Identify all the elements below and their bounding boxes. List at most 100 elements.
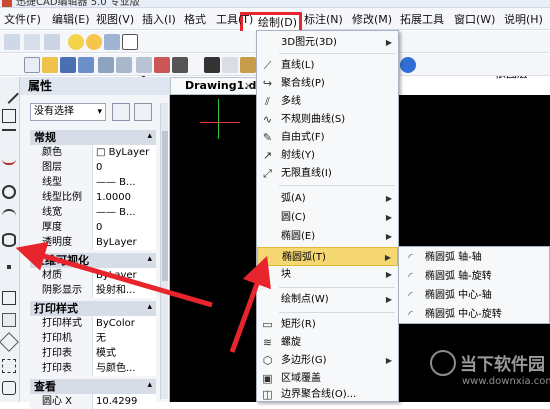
- multiline-tool-icon[interactable]: [2, 129, 16, 143]
- submenu-item-center-axis[interactable]: ◜ 椭圆弧 中心-轴: [399, 286, 549, 305]
- menu-item-line[interactable]: ⟋ 直线(L): [257, 56, 398, 75]
- print-icon[interactable]: [98, 57, 114, 73]
- boundary-tool-icon[interactable]: [2, 381, 16, 395]
- select-objects-icon[interactable]: [134, 103, 152, 121]
- save-icon[interactable]: [60, 57, 76, 73]
- lightbulb-icon[interactable]: [68, 34, 84, 50]
- menu-item-ray[interactable]: ↗ 射线(Y): [257, 146, 398, 165]
- menu-item-freehand[interactable]: ✎ 自由式(F): [257, 128, 398, 147]
- layer-state-icon[interactable]: [24, 34, 40, 50]
- point-tool-icon[interactable]: [7, 265, 11, 269]
- prop-row-plot-table-2[interactable]: 打印表 与颜色...: [30, 361, 156, 376]
- menu-modify[interactable]: 修改(M): [352, 11, 392, 28]
- ellipse-arc-icon: ◜: [408, 289, 413, 302]
- ellipse-arc-icon: ◜: [408, 270, 413, 283]
- menu-item-circle[interactable]: 圆(C): [257, 208, 398, 227]
- watermark-text: 当下软件园: [460, 355, 545, 375]
- color-swatch-icon[interactable]: [122, 34, 138, 50]
- menu-dimension[interactable]: 标注(N): [304, 11, 343, 28]
- region-tool-icon[interactable]: [2, 359, 16, 373]
- menu-item-ellipse[interactable]: 椭圆(E): [257, 227, 398, 246]
- prop-row-linetype[interactable]: 线型 —— B...: [30, 175, 156, 190]
- menu-item-point[interactable]: 绘制点(W): [257, 290, 398, 309]
- help-icon[interactable]: [400, 57, 416, 73]
- prop-row-color[interactable]: 颜色 □ ByLayer: [30, 145, 156, 160]
- circle-tool-icon[interactable]: [2, 185, 16, 199]
- selection-filter-dropdown[interactable]: 没有选择: [30, 103, 106, 121]
- prop-row-linetype-scale[interactable]: 线型比例 1.0000: [30, 190, 156, 205]
- menu-item-polygon[interactable]: ⬡ 多边形(G): [257, 351, 398, 370]
- spline-tool-icon[interactable]: [2, 151, 16, 165]
- draw-menu: 3D图元(3D) ⟋直线(L) ↪聚合线(P) ⫽多线 ∿不规则曲线(S) ✎自…: [256, 30, 399, 402]
- prop-row-material[interactable]: 材质 ByLayer: [30, 268, 156, 283]
- polyline-tool-icon[interactable]: [2, 109, 16, 123]
- menu-separator: [279, 185, 395, 186]
- sun-icon[interactable]: [86, 34, 102, 50]
- menu-item-ellipse-arc[interactable]: 椭圆弧(T): [257, 247, 398, 267]
- layer-manager-icon[interactable]: [4, 34, 20, 50]
- quick-select-icon[interactable]: [112, 103, 130, 121]
- polygon-tool-icon[interactable]: [0, 332, 19, 352]
- copy-icon[interactable]: [222, 57, 238, 73]
- menu-edit[interactable]: 编辑(E): [52, 11, 90, 28]
- menu-help[interactable]: 说明(H): [504, 11, 543, 28]
- menu-tools[interactable]: 工具(T): [216, 11, 253, 28]
- new-file-icon[interactable]: [24, 57, 40, 73]
- menu-extend-tools[interactable]: 拓展工具: [400, 11, 444, 28]
- save-as-icon[interactable]: [78, 57, 94, 73]
- lock-icon[interactable]: [104, 34, 120, 50]
- menu-format[interactable]: 格式: [184, 11, 206, 28]
- menu-separator: [279, 312, 395, 313]
- ellipse-tool-icon[interactable]: [2, 233, 16, 247]
- prop-row-layer[interactable]: 图层 0: [30, 160, 156, 175]
- scrollbar-thumb[interactable]: [162, 131, 168, 281]
- arc-tool-icon[interactable]: [2, 209, 16, 223]
- menu-item-block[interactable]: 块: [257, 265, 398, 284]
- prop-row-printer[interactable]: 打印机无: [30, 331, 156, 346]
- ellipse-arc-submenu: ◜ 椭圆弧 轴-轴 ◜ 椭圆弧 轴-旋转 ◜ 椭圆弧 中心-轴 ◜ 椭圆弧 中心-旋转: [398, 246, 550, 324]
- menu-item-xline[interactable]: ⤢ 无限直线(I): [257, 164, 398, 183]
- helix-icon: ≋: [262, 336, 273, 349]
- submenu-item-center-rotate[interactable]: ◜ 椭圆弧 中心-旋转: [399, 305, 549, 324]
- menu-item-boundary[interactable]: ◫ 边界聚合线(O)...: [257, 385, 398, 404]
- submenu-item-axis-axis[interactable]: ◜ 椭圆弧 轴-轴: [399, 248, 549, 267]
- open-folder-icon[interactable]: [42, 57, 58, 73]
- menu-item-polyline[interactable]: ↪ 聚合线(P): [257, 74, 398, 93]
- menu-insert[interactable]: 插入(I): [142, 11, 176, 28]
- line-tool-icon[interactable]: [0, 84, 19, 104]
- section-general[interactable]: 常规: [30, 129, 156, 145]
- prop-row-transparency[interactable]: 透明度 ByLayer: [30, 235, 156, 250]
- cut-icon[interactable]: [204, 57, 220, 73]
- ellipse-arc-icon: ◜: [408, 308, 413, 321]
- hatch-tool-icon[interactable]: [2, 313, 16, 327]
- print-preview-icon[interactable]: [116, 57, 132, 73]
- menu-item-helix[interactable]: ≋ 螺旋: [257, 333, 398, 352]
- publish-icon[interactable]: [136, 57, 152, 73]
- paste-icon[interactable]: [240, 57, 256, 73]
- menu-item-multiline[interactable]: ⫽ 多线: [257, 92, 398, 111]
- freehand-icon: ✎: [262, 131, 273, 144]
- menu-view[interactable]: 视图(V): [96, 11, 134, 28]
- section-plot-style[interactable]: 打印样式: [30, 300, 156, 316]
- drawing-tab[interactable]: Drawing1.dwg: [170, 77, 274, 95]
- menu-draw[interactable]: 绘制(D): [258, 14, 297, 31]
- prop-row-plot-table[interactable]: 打印表 模式: [30, 346, 156, 361]
- find-icon[interactable]: [172, 57, 188, 73]
- prop-row-lineweight[interactable]: 线宽 —— B...: [30, 205, 156, 220]
- prop-row-plot-style[interactable]: 打印样式 ByColor: [30, 316, 156, 331]
- menu-file[interactable]: 文件(F): [4, 11, 41, 28]
- menu-window[interactable]: 窗口(W): [454, 11, 495, 28]
- submenu-item-axis-rotate[interactable]: ◜ 椭圆弧 轴-旋转: [399, 267, 549, 286]
- section-3d-visual[interactable]: 三维可视化: [30, 252, 156, 268]
- rectangle-tool-icon[interactable]: [2, 291, 16, 305]
- menu-item-rectangle[interactable]: ▭ 矩形(R): [257, 315, 398, 334]
- prop-row-thickness[interactable]: 厚度 0: [30, 220, 156, 235]
- export-pdf-icon[interactable]: [154, 57, 170, 73]
- menu-item-spline[interactable]: ∿ 不规则曲线(S): [257, 110, 398, 129]
- menu-item-3d[interactable]: 3D图元(3D): [257, 33, 398, 52]
- section-view[interactable]: 查看: [30, 378, 156, 394]
- layer-previous-icon[interactable]: [44, 34, 60, 50]
- properties-scrollbar[interactable]: [160, 103, 168, 399]
- prop-row-shadow[interactable]: 阴影显示 投射和...: [30, 283, 156, 298]
- menu-item-arc[interactable]: 弧(A): [257, 189, 398, 208]
